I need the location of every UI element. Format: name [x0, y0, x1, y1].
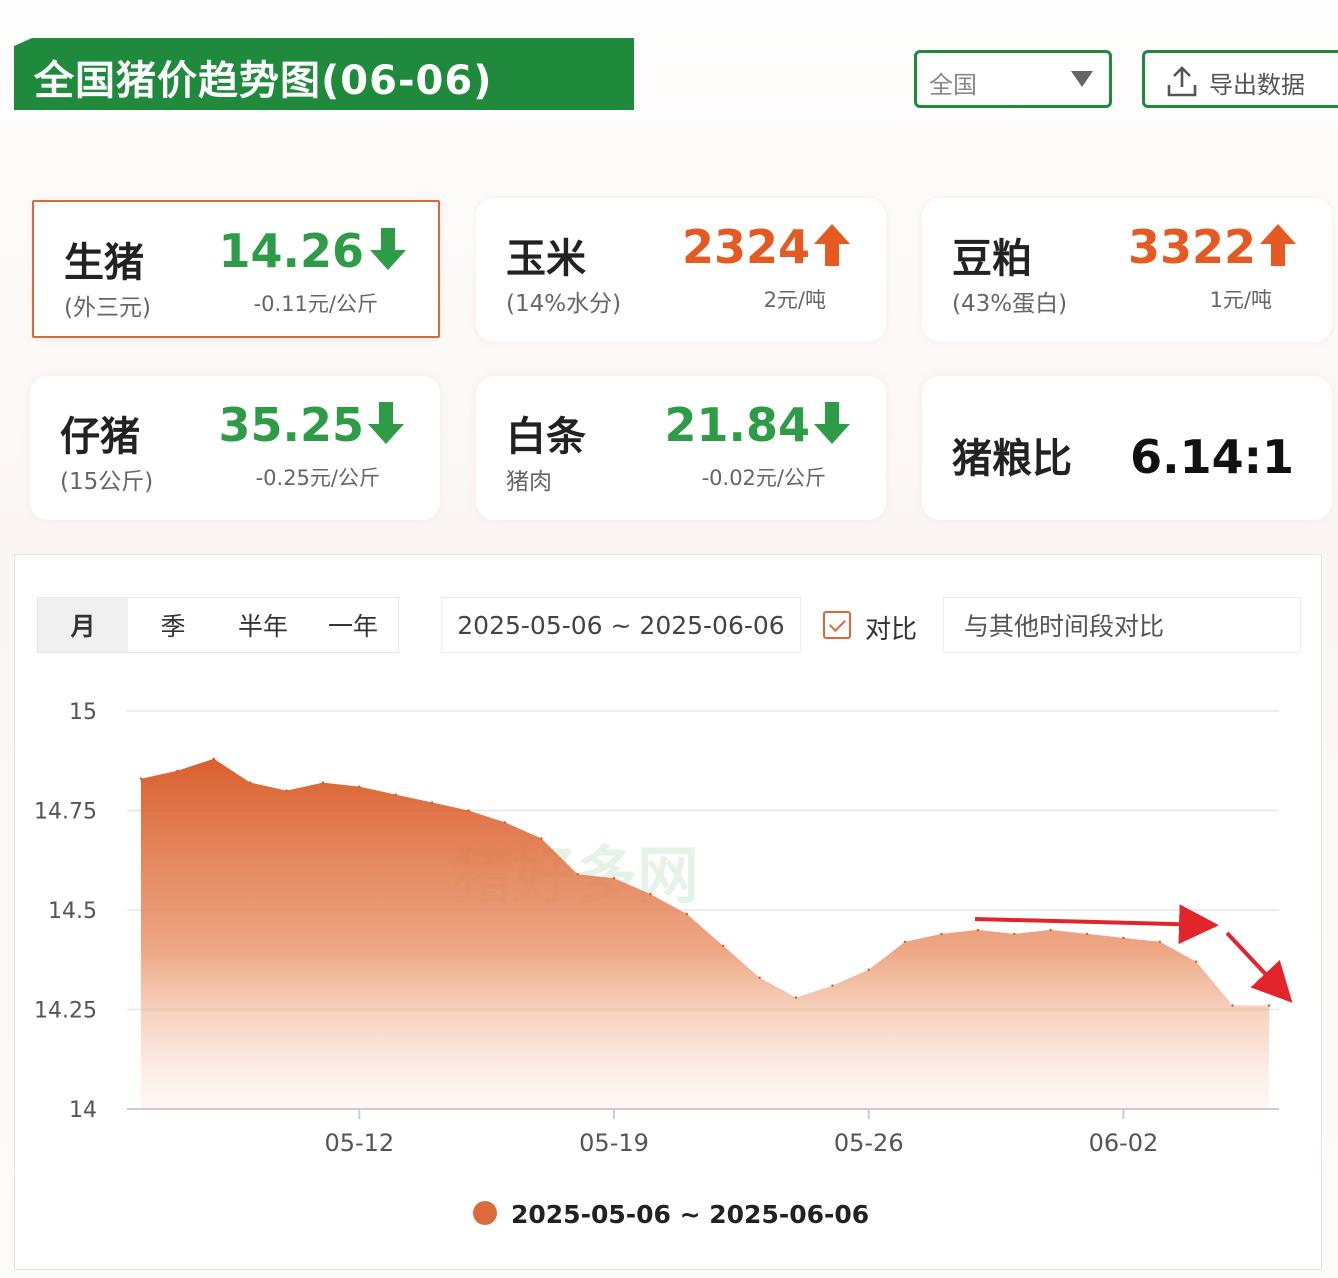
card-sub: 猪肉 — [506, 469, 552, 495]
y-tick-label: 14.5 — [48, 899, 97, 924]
card-change: -0.25元/公斤 — [255, 466, 380, 490]
data-point — [285, 789, 288, 792]
data-point — [1049, 928, 1052, 932]
arrow-up-icon — [814, 224, 850, 266]
price-area-chart: 猪好多网 1514.7514.514.251405-1205-1905-2606… — [34, 700, 1293, 1229]
data-point — [1195, 960, 1198, 963]
card-pork-carcass[interactable]: 白条 猪肉 21.84 -0.02元/公斤 — [476, 376, 886, 520]
data-point — [831, 984, 834, 987]
data-point — [867, 968, 870, 971]
data-point — [430, 801, 434, 804]
x-tick-label: 05-26 — [834, 1129, 904, 1157]
card-value: 14.26 — [218, 224, 364, 278]
data-point — [139, 777, 143, 780]
data-point — [249, 781, 252, 784]
card-name: 仔猪 — [60, 414, 140, 460]
data-point — [394, 793, 397, 796]
card-sub: (14%水分) — [506, 291, 622, 317]
export-button[interactable]: 导出数据 — [1142, 50, 1338, 108]
region-select[interactable]: 全国 — [914, 50, 1112, 108]
arrow-down-icon — [368, 402, 404, 444]
card-name: 豆粕 — [952, 236, 1032, 282]
card-value: 3322 — [1127, 220, 1256, 274]
arrow-down-icon — [370, 228, 406, 270]
region-select-value: 全国 — [929, 71, 977, 99]
page: 全国猪价趋势图(06-06) 全国 导出数据 生猪 (外三元) 14.26 -0… — [0, 0, 1338, 1278]
card-hog-grain-ratio[interactable]: 猪粮比 6.14:1 — [922, 376, 1332, 520]
card-change: 2元/吨 — [763, 288, 826, 312]
card-change: 1元/吨 — [1209, 288, 1272, 312]
data-point — [794, 996, 798, 999]
y-tick-label: 14.75 — [34, 800, 97, 825]
data-point — [685, 912, 688, 916]
data-point — [503, 821, 507, 824]
card-change: -0.11元/公斤 — [253, 292, 378, 316]
x-tick-label: 05-19 — [579, 1129, 649, 1157]
card-change: -0.02元/公斤 — [701, 466, 826, 490]
y-tick-label: 14 — [69, 1098, 97, 1123]
data-point — [722, 944, 725, 947]
data-point — [649, 892, 652, 896]
upload-icon — [1167, 66, 1197, 97]
card-value: 35.25 — [218, 398, 364, 452]
data-point — [758, 976, 761, 979]
data-point — [976, 928, 980, 932]
data-point — [540, 837, 543, 840]
data-point — [1085, 932, 1089, 936]
card-sub: (外三元) — [64, 295, 151, 321]
card-name: 生猪 — [64, 240, 144, 286]
card-value: 21.84 — [664, 398, 810, 452]
data-point — [1267, 1004, 1271, 1007]
data-point — [940, 932, 943, 936]
legend-label: 2025-05-06 ~ 2025-06-06 — [511, 1200, 869, 1229]
export-button-label: 导出数据 — [1209, 71, 1305, 99]
arrow-up-icon — [1260, 224, 1296, 266]
x-tick-label: 06-02 — [1089, 1129, 1159, 1157]
data-point — [1158, 940, 1162, 943]
x-tick-label: 05-12 — [324, 1129, 394, 1157]
card-name: 猪粮比 — [952, 436, 1072, 482]
data-point — [576, 873, 579, 876]
data-point — [612, 877, 616, 880]
data-point — [176, 769, 179, 772]
data-point — [321, 781, 325, 784]
card-name: 玉米 — [506, 236, 586, 282]
data-point — [358, 785, 361, 788]
data-point — [1013, 932, 1016, 936]
page-title-bar: 全国猪价趋势图(06-06) — [14, 38, 634, 110]
data-point — [903, 940, 907, 943]
data-point — [1231, 1004, 1234, 1007]
arrow-down-icon — [814, 402, 850, 444]
data-point — [212, 757, 215, 760]
series-area — [141, 758, 1269, 1109]
data-point — [1122, 936, 1125, 940]
card-soymeal[interactable]: 豆粕 (43%蛋白) 3322 1元/吨 — [922, 198, 1332, 342]
card-live-hog[interactable]: 生猪 (外三元) 14.26 -0.11元/公斤 — [32, 200, 440, 338]
card-value: 6.14:1 — [1130, 430, 1294, 484]
chevron-down-icon — [1071, 71, 1093, 87]
annotation-arrow-flat — [974, 904, 1219, 945]
page-title: 全国猪价趋势图(06-06) — [34, 58, 493, 104]
data-point — [467, 809, 470, 812]
chart-panel: 月 季 半年 一年 2025-05-06 ~ 2025-06-06 对比 与其他… — [14, 554, 1322, 1270]
legend-marker — [473, 1201, 497, 1225]
card-piglet[interactable]: 仔猪 (15公斤) 35.25 -0.25元/公斤 — [30, 376, 440, 520]
card-value: 2324 — [681, 220, 810, 274]
y-tick-label: 14.25 — [34, 999, 97, 1024]
card-name: 白条 — [506, 414, 586, 460]
y-tick-label: 15 — [69, 700, 97, 725]
card-sub: (43%蛋白) — [952, 291, 1068, 317]
card-sub: (15公斤) — [60, 469, 154, 495]
card-corn[interactable]: 玉米 (14%水分) 2324 2元/吨 — [476, 198, 886, 342]
annotation-arrow-down — [1225, 931, 1293, 1003]
